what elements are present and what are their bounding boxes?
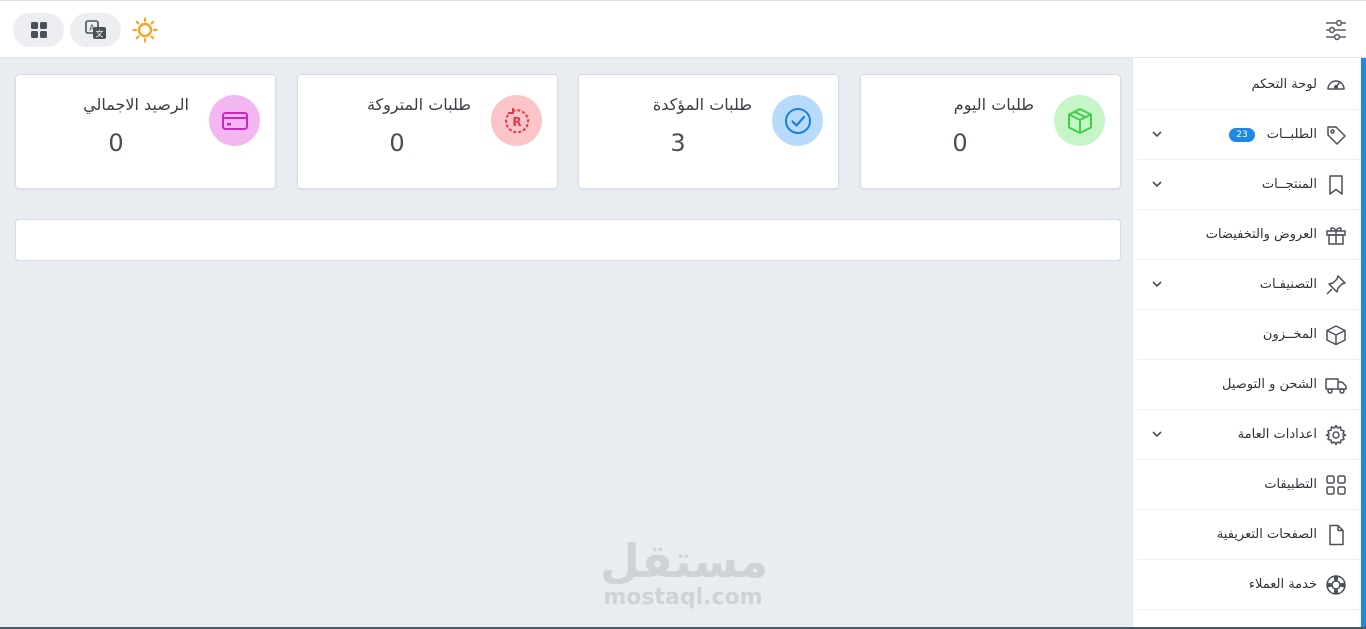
sidebar-item-label: المخــزون <box>1262 327 1317 342</box>
translate-icon: A 文 <box>84 20 106 39</box>
chevron-down-icon[interactable] <box>1151 128 1163 140</box>
sidebar-item-inventory[interactable]: المخــزون <box>1137 310 1361 360</box>
sidebar-item-dashboard[interactable]: لوحة التحكم <box>1137 60 1361 110</box>
sidebar-item-label: اعدادات العامة <box>1237 427 1317 442</box>
check-circle-icon <box>772 95 823 146</box>
sidebar-item-label: العروض والتخفيضات <box>1205 227 1317 242</box>
sidebar-item-apps[interactable]: التطبيقات <box>1137 460 1361 510</box>
stat-title: طلبات المؤكدة <box>652 95 752 114</box>
sidebar-item-shipping[interactable]: الشحن و التوصيل <box>1137 360 1361 410</box>
lifebuoy-icon <box>1325 574 1347 596</box>
chevron-down-icon[interactable] <box>1151 278 1163 290</box>
stat-value: 3 <box>670 129 686 157</box>
sun-icon <box>132 17 158 43</box>
sidebar-item-categories[interactable]: التصنيفـات <box>1137 260 1361 310</box>
gift-icon <box>1325 224 1347 246</box>
credit-card-icon <box>209 95 260 146</box>
svg-text:R: R <box>512 115 521 129</box>
sidebar-item-label: خدمة العملاء <box>1248 577 1317 592</box>
watermark-logo: مستقل mostaql.com <box>600 534 769 610</box>
sidebar-item-label: الصفحات التعريفية <box>1216 527 1317 542</box>
sidebar-scroll-indicator[interactable] <box>1361 58 1366 629</box>
stat-card-abandoned-orders[interactable]: R طلبات المتروكة 0 <box>297 74 558 189</box>
sidebar-toggle-button[interactable] <box>1324 18 1348 42</box>
watermark-latin: mostaql.com <box>603 585 763 610</box>
stat-value: 0 <box>108 129 124 157</box>
sliders-icon <box>1326 19 1346 41</box>
sidebar-item-orders[interactable]: الطلبــات 23 <box>1137 110 1361 160</box>
stat-card-today-orders[interactable]: طلبات اليوم 0 <box>860 74 1121 189</box>
sidebar-item-general-settings[interactable]: اعدادات العامة <box>1137 410 1361 460</box>
stat-value: 0 <box>952 129 968 157</box>
sidebar-item-customer-service[interactable]: خدمة العملاء <box>1137 560 1361 610</box>
pin-icon <box>1325 274 1347 296</box>
gear-icon <box>1325 424 1347 446</box>
sidebar-item-offers[interactable]: العروض والتخفيضات <box>1137 210 1361 260</box>
stat-card-total-balance[interactable]: الرصيد الاجمالي 0 <box>15 74 276 189</box>
sidebar-item-label: الطلبــات <box>1266 127 1317 142</box>
sidebar-item-label: التطبيقات <box>1264 477 1317 492</box>
top-bar: A 文 <box>0 0 1366 58</box>
stat-card-confirmed-orders[interactable]: طلبات المؤكدة 3 <box>578 74 839 189</box>
box-icon <box>1325 324 1347 346</box>
return-icon: R <box>491 95 542 146</box>
content-panel <box>15 219 1121 261</box>
sidebar-item-label: المنتجــات <box>1261 177 1317 192</box>
stat-title: طلبات اليوم <box>953 95 1034 114</box>
sidebar-item-products[interactable]: المنتجــات <box>1137 160 1361 210</box>
document-icon <box>1325 524 1347 546</box>
stat-title: طلبات المتروكة <box>366 95 471 114</box>
watermark-arabic: مستقل <box>600 534 769 588</box>
package-icon <box>1054 95 1105 146</box>
top-actions: A 文 <box>13 13 163 47</box>
truck-icon <box>1325 374 1347 396</box>
chevron-down-icon[interactable] <box>1151 178 1163 190</box>
sidebar-item-label: التصنيفـات <box>1259 277 1317 292</box>
apps-grid-icon <box>1325 474 1347 496</box>
language-button[interactable]: A 文 <box>70 13 121 47</box>
apps-menu-button[interactable] <box>13 13 64 47</box>
orders-count-badge: 23 <box>1229 127 1255 142</box>
theme-toggle-button[interactable] <box>127 13 163 47</box>
sidebar-item-pages[interactable]: الصفحات التعريفية <box>1137 510 1361 560</box>
grid-icon <box>30 22 47 38</box>
svg-text:文: 文 <box>95 29 103 39</box>
chevron-down-icon[interactable] <box>1151 428 1163 440</box>
sidebar-item-label: لوحة التحكم <box>1251 77 1317 92</box>
tag-icon <box>1325 124 1347 146</box>
bookmark-icon <box>1325 174 1347 196</box>
sidebar-item-label: الشحن و التوصيل <box>1221 377 1317 392</box>
speedometer-icon <box>1325 74 1347 96</box>
stat-title: الرصيد الاجمالي <box>83 95 189 114</box>
stat-value: 0 <box>389 129 405 157</box>
